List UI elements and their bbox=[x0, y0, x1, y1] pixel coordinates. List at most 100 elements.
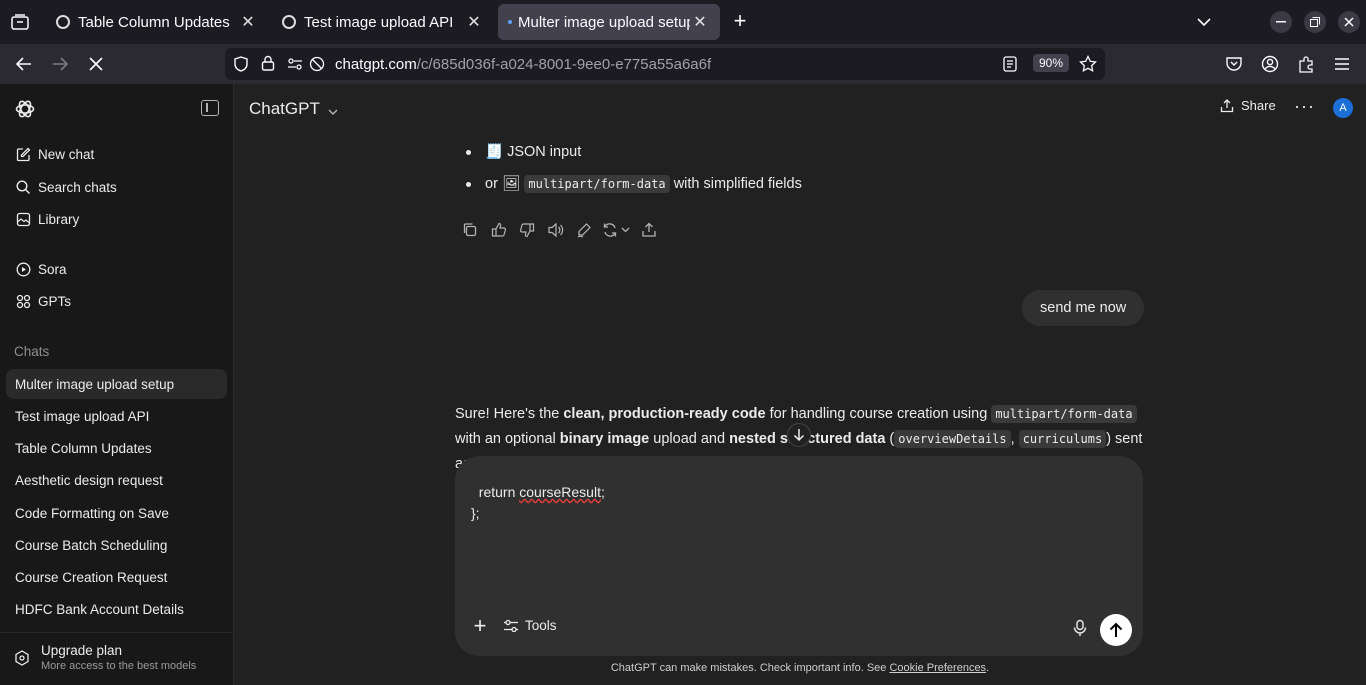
chat-item-test-image-upload-api[interactable]: Test image upload API bbox=[6, 401, 227, 431]
scroll-to-bottom-button[interactable] bbox=[787, 423, 811, 447]
chat-item-table-column-updates[interactable]: Table Column Updates bbox=[6, 433, 227, 463]
tools-button[interactable]: Tools bbox=[503, 618, 557, 633]
disclaimer-text: ChatGPT can make mistakes. Check importa… bbox=[610, 662, 890, 674]
new-tab-button[interactable]: + bbox=[728, 10, 752, 34]
regenerate-icon[interactable] bbox=[599, 220, 635, 240]
answer-text: with an optional bbox=[455, 431, 560, 447]
tracking-blocked-icon[interactable] bbox=[309, 56, 325, 77]
extensions-icon[interactable] bbox=[1294, 52, 1318, 76]
sidebar-item-label: Library bbox=[38, 211, 80, 227]
model-selector[interactable]: ChatGPT bbox=[249, 99, 338, 120]
url-text[interactable]: chatgpt.com/c/685d036f-a024-8001-9ee0-e7… bbox=[335, 56, 711, 73]
sidebar-item-library[interactable]: Library bbox=[6, 204, 227, 234]
answer-text: ( bbox=[885, 431, 895, 447]
chat-title: Aesthetic design request bbox=[15, 472, 163, 488]
copy-icon[interactable] bbox=[456, 220, 485, 240]
thumbs-up-icon[interactable] bbox=[485, 220, 514, 240]
stop-loading-icon[interactable] bbox=[84, 52, 108, 76]
sliders-icon bbox=[503, 619, 519, 633]
sidebar-item-sora[interactable]: Sora bbox=[6, 254, 227, 284]
share-button[interactable]: Share bbox=[1220, 98, 1276, 113]
microphone-icon[interactable] bbox=[1071, 619, 1089, 637]
lock-icon[interactable] bbox=[261, 55, 275, 76]
permissions-icon[interactable] bbox=[287, 56, 303, 77]
assistant-bullet-list: 🧾 JSON input or 🖼 multipart/form-data wi… bbox=[464, 140, 802, 204]
address-bar[interactable]: chatgpt.com/c/685d036f-a024-8001-9ee0-e7… bbox=[225, 48, 1105, 80]
chat-item-course-creation-request[interactable]: Course Creation Request bbox=[6, 562, 227, 592]
close-tab-icon[interactable]: ✕ bbox=[238, 12, 258, 32]
tab-test-image-upload-api[interactable]: Test image upload API ✕ bbox=[272, 4, 494, 40]
minimize-icon[interactable] bbox=[1270, 11, 1292, 33]
more-options-icon[interactable]: ··· bbox=[1294, 96, 1315, 117]
composer-text[interactable]: return courseResult; }; bbox=[471, 482, 605, 524]
answer-text: upload and bbox=[649, 431, 730, 447]
cookie-preferences-link[interactable]: Cookie Preferences bbox=[889, 662, 986, 674]
sidebar-item-new-chat[interactable]: New chat bbox=[6, 139, 227, 169]
play-icon bbox=[15, 261, 31, 277]
chat-main: ChatGPT Share ··· A 🧾 JSON input or 🖼 mu… bbox=[234, 84, 1366, 685]
bullet-text: with simplified fields bbox=[673, 176, 802, 192]
shield-icon[interactable] bbox=[233, 56, 249, 77]
zoom-level-button[interactable]: 90% bbox=[1033, 54, 1070, 72]
sidebar-toggle-icon[interactable] bbox=[201, 100, 219, 116]
account-icon[interactable] bbox=[1258, 52, 1282, 76]
menu-hamburger-icon[interactable] bbox=[1330, 52, 1354, 76]
close-tab-icon[interactable]: ✕ bbox=[464, 12, 484, 32]
chat-item-course-batch-scheduling[interactable]: Course Batch Scheduling bbox=[6, 530, 227, 560]
thumbs-down-icon[interactable] bbox=[513, 220, 542, 240]
bullet-prefix: or bbox=[485, 176, 498, 192]
tab-multer-image-upload-setup[interactable]: Multer image upload setup ✕ bbox=[498, 4, 720, 40]
inline-code: multipart/form-data bbox=[524, 175, 670, 193]
close-window-icon[interactable] bbox=[1338, 11, 1360, 33]
bookmark-star-icon[interactable] bbox=[1079, 54, 1097, 78]
chat-item-hdfc-bank-account-details[interactable]: HDFC Bank Account Details bbox=[6, 594, 227, 624]
chat-item-aesthetic-design-request[interactable]: Aesthetic design request bbox=[6, 465, 227, 495]
sidebar-item-label: Search chats bbox=[38, 179, 117, 195]
chat-title: Code Formatting on Save bbox=[15, 505, 169, 521]
list-item: or 🖼 multipart/form-data with simplified… bbox=[464, 172, 802, 204]
model-name: ChatGPT bbox=[249, 99, 320, 118]
reader-view-icon[interactable] bbox=[1003, 56, 1017, 77]
list-item: 🧾 JSON input bbox=[464, 140, 802, 172]
restore-icon[interactable] bbox=[1304, 11, 1326, 33]
picture-emoji: 🖼 bbox=[501, 176, 521, 192]
loading-dot-icon bbox=[508, 20, 512, 24]
close-tab-icon[interactable]: ✕ bbox=[690, 12, 710, 32]
chat-title: HDFC Bank Account Details bbox=[15, 601, 184, 617]
browser-tab-bar: Table Column Updates ✕ Test image upload… bbox=[0, 0, 1366, 44]
tab-overflow-chevron-icon[interactable] bbox=[1192, 10, 1216, 34]
chat-item-multer-image-upload-setup[interactable]: Multer image upload setup bbox=[6, 369, 227, 399]
share-message-icon[interactable] bbox=[635, 220, 664, 240]
send-button[interactable] bbox=[1100, 614, 1132, 646]
new-chat-icon bbox=[15, 146, 31, 162]
tab-table-column-updates[interactable]: Table Column Updates ✕ bbox=[46, 4, 268, 40]
arrow-down-icon bbox=[793, 428, 805, 442]
chatgpt-favicon-icon bbox=[56, 15, 70, 29]
forward-arrow-icon[interactable] bbox=[48, 52, 72, 76]
sidebar-item-label: Sora bbox=[38, 261, 67, 277]
attach-plus-button[interactable]: + bbox=[469, 615, 491, 638]
tab-list-icon[interactable] bbox=[8, 10, 32, 34]
chats-section-title: Chats bbox=[14, 344, 50, 359]
arrow-up-icon bbox=[1109, 622, 1123, 638]
back-arrow-icon[interactable] bbox=[12, 52, 36, 76]
chatgpt-favicon-icon bbox=[282, 15, 296, 29]
chat-item-code-formatting-on-save[interactable]: Code Formatting on Save bbox=[6, 498, 227, 528]
pocket-icon[interactable] bbox=[1222, 52, 1246, 76]
openai-logo-icon[interactable] bbox=[14, 98, 36, 120]
read-aloud-icon[interactable] bbox=[542, 220, 571, 240]
message-composer[interactable]: return courseResult; }; + Tools bbox=[455, 456, 1143, 656]
avatar[interactable]: A bbox=[1333, 98, 1353, 118]
sidebar-item-gpts[interactable]: GPTs bbox=[6, 286, 227, 316]
misspelled-word: courseResult bbox=[519, 484, 601, 500]
tab-label: Table Column Updates bbox=[78, 13, 230, 31]
sidebar-item-search-chats[interactable]: Search chats bbox=[6, 172, 227, 202]
answer-text: ) sent bbox=[1106, 431, 1143, 447]
upgrade-plan-button[interactable]: Upgrade plan More access to the best mod… bbox=[0, 632, 234, 685]
answer-bold: clean, production-ready code bbox=[563, 406, 766, 422]
disclaimer-footer: ChatGPT can make mistakes. Check importa… bbox=[234, 662, 1366, 674]
grid-icon bbox=[15, 293, 31, 309]
chat-title: Table Column Updates bbox=[15, 440, 152, 456]
edit-canvas-icon[interactable] bbox=[570, 220, 599, 240]
tools-label: Tools bbox=[525, 618, 557, 633]
